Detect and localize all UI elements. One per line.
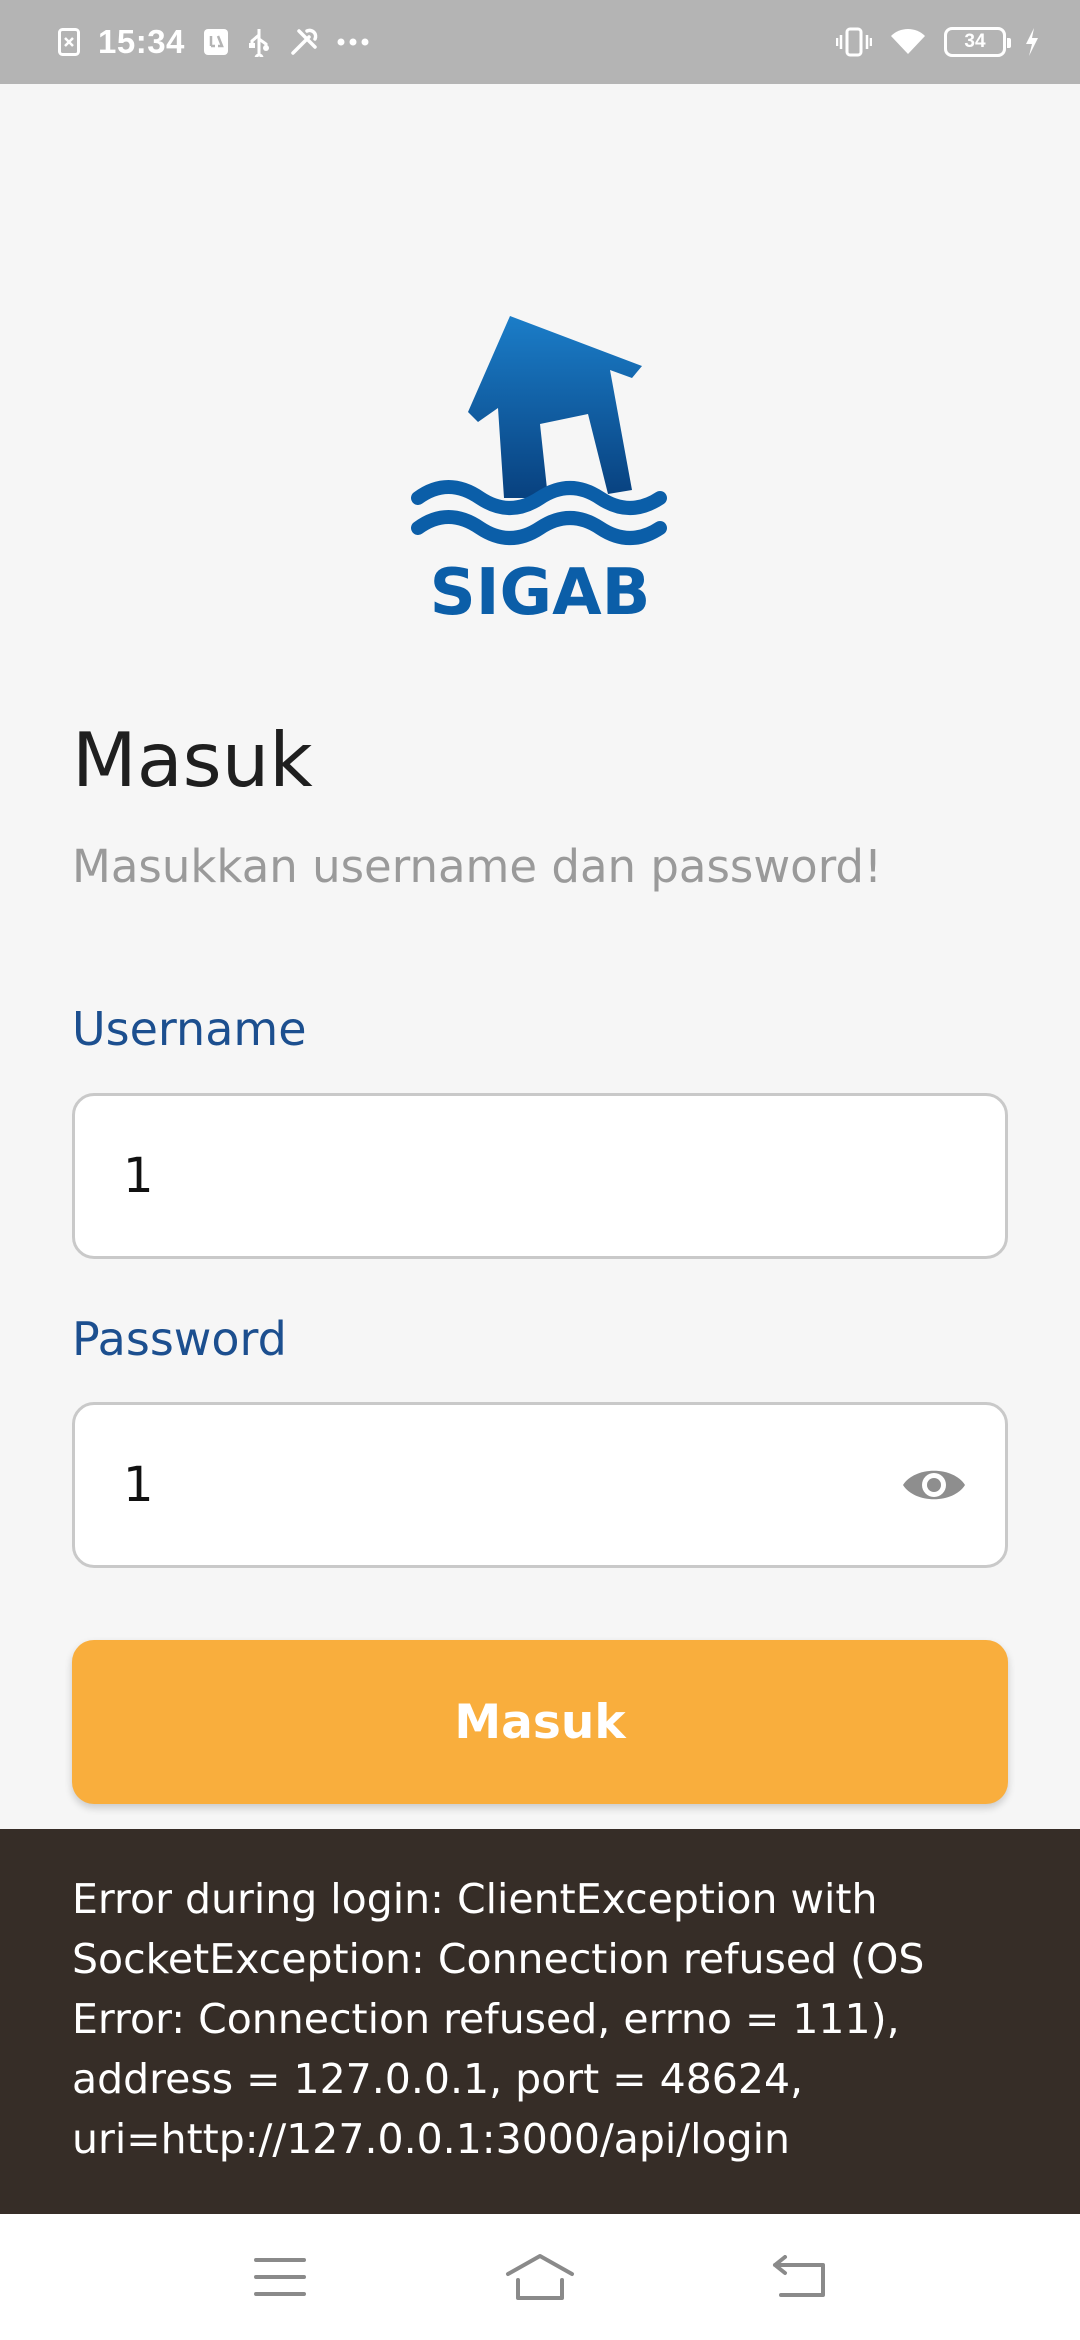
more-dots-icon <box>337 38 369 46</box>
back-icon[interactable] <box>755 2232 845 2322</box>
wifi-icon <box>890 28 926 56</box>
menu-icon[interactable] <box>235 2232 325 2322</box>
usb-icon <box>247 27 271 57</box>
system-nav-bar <box>0 2214 1080 2340</box>
charging-icon <box>1024 27 1040 57</box>
password-label: Password <box>72 1312 287 1366</box>
tools-icon <box>289 27 319 57</box>
status-bar: 15:34 34 <box>0 0 1080 84</box>
username-field[interactable] <box>123 1148 957 1204</box>
show-password-eye-icon[interactable] <box>899 1450 969 1520</box>
username-field-container <box>72 1093 1008 1259</box>
usb-debug-icon <box>203 28 229 56</box>
password-field-container <box>72 1402 1008 1568</box>
error-message: Error during login: ClientException with… <box>72 1875 925 2163</box>
status-bar-right: 34 <box>836 27 1040 57</box>
page-subtitle: Masukkan username dan password! <box>72 840 883 893</box>
battery-level: 34 <box>964 31 986 52</box>
error-snackbar: Error during login: ClientException with… <box>0 1829 1080 2214</box>
notification-icon <box>58 28 80 56</box>
vibrate-icon <box>836 27 872 57</box>
status-time: 15:34 <box>98 23 185 60</box>
app-logo: SIGAB <box>410 312 670 622</box>
logo-text: SIGAB <box>430 556 651 622</box>
status-bar-left: 15:34 <box>58 23 369 61</box>
battery-icon: 34 <box>944 27 1011 57</box>
password-field[interactable] <box>123 1457 957 1513</box>
home-icon[interactable] <box>495 2232 585 2322</box>
username-label: Username <box>72 1002 307 1056</box>
login-submit-button[interactable]: Masuk <box>72 1640 1008 1804</box>
page-title: Masuk <box>72 716 313 804</box>
